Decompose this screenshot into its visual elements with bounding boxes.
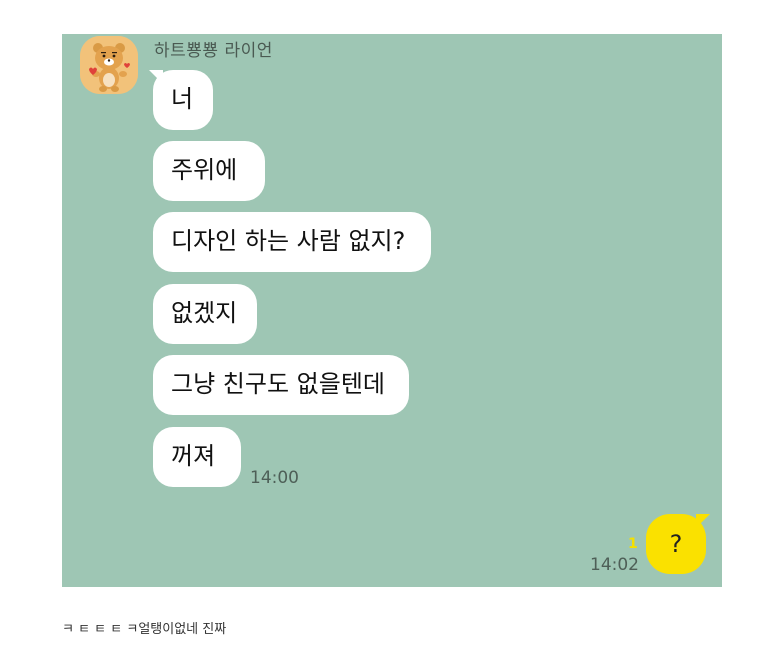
unread-count: 1 xyxy=(628,536,638,552)
message-time: 14:00 xyxy=(250,468,299,488)
chat-room: 하트뿅뿅 라이언 너 주위에 디자인 하는 사람 없지? 없겠지 그냥 친구도 … xyxy=(62,34,722,587)
message-bubble[interactable]: 그냥 친구도 없을텐데 xyxy=(153,355,409,415)
sent-message-bubble[interactable]: ? xyxy=(646,514,706,574)
post-caption: ㅋ ㅌ ㅌ ㅌ ㅋ얼탱이없네 진짜 xyxy=(62,622,227,637)
sender-name: 하트뿅뿅 라이언 xyxy=(154,41,273,61)
ryan-avatar-icon[interactable] xyxy=(80,36,138,94)
message-bubble[interactable]: 주위에 xyxy=(153,141,265,201)
message-bubble[interactable]: 너 xyxy=(153,70,213,130)
sent-message-time: 14:02 xyxy=(590,555,639,575)
message-bubble[interactable]: 디자인 하는 사람 없지? xyxy=(153,212,431,272)
message-bubble[interactable]: 없겠지 xyxy=(153,284,257,344)
message-bubble[interactable]: 꺼져 xyxy=(153,427,241,487)
